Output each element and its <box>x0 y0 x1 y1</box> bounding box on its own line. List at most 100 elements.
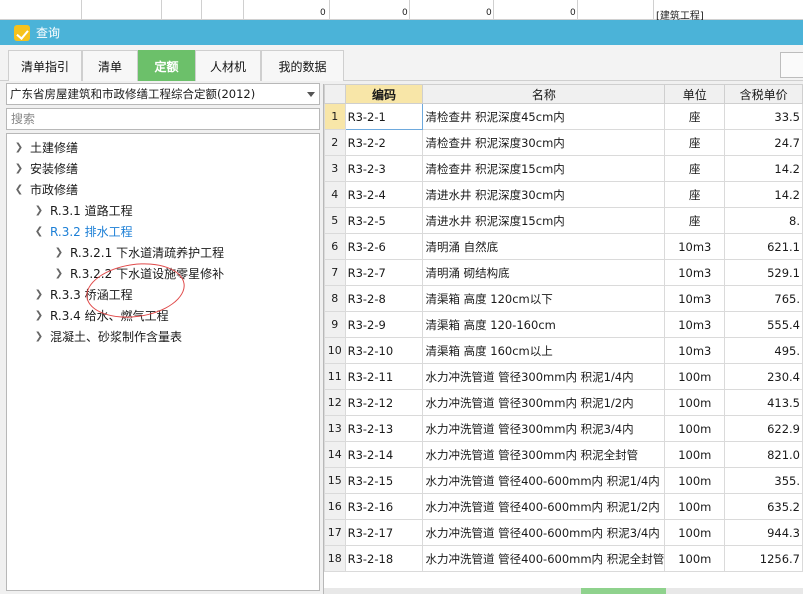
cell-name[interactable]: 清明涌 砌结构底 <box>422 259 666 286</box>
tab-my-data[interactable]: 我的数据 <box>261 50 344 81</box>
tree-node[interactable]: ❯ R.3.1 道路工程 <box>33 200 133 220</box>
row-index[interactable]: 10 <box>324 337 346 364</box>
cell-name[interactable]: 水力冲洗管道 管径300mm内 积泥3/4内 <box>422 415 666 442</box>
cell-unit[interactable]: 座 <box>664 129 726 156</box>
cell-price[interactable]: 14.2 <box>724 181 803 208</box>
cell-unit[interactable]: 100m <box>664 415 726 442</box>
cell-price[interactable]: 635.2 <box>724 493 803 520</box>
row-index[interactable]: 13 <box>324 415 346 442</box>
cell-price[interactable]: 622.9 <box>724 415 803 442</box>
row-index[interactable]: 5 <box>324 207 346 234</box>
header-code[interactable]: 编码 <box>344 84 424 104</box>
cell-price[interactable]: 821.0 <box>724 441 803 468</box>
cell-price[interactable]: 944.3 <box>724 519 803 546</box>
cell-name[interactable]: 清进水井 积泥深度30cm内 <box>422 181 666 208</box>
cell-unit[interactable]: 座 <box>664 207 726 234</box>
search-input[interactable] <box>6 108 320 130</box>
tree-node[interactable]: ❯ 土建修缮 <box>13 137 78 157</box>
table-row[interactable]: 9 R3-2-9 清渠箱 高度 120-160cm 10m3 555.4 <box>324 311 803 338</box>
cell-name[interactable]: 水力冲洗管道 管径300mm内 积泥1/4内 <box>422 363 666 390</box>
cell-name[interactable]: 清渠箱 高度 120-160cm <box>422 311 666 338</box>
cell-code[interactable]: R3-2-10 <box>344 337 424 364</box>
cell-code[interactable]: R3-2-11 <box>344 363 424 390</box>
cell-code[interactable]: R3-2-18 <box>344 545 424 572</box>
table-row[interactable]: 10 R3-2-10 清渠箱 高度 160cm以上 10m3 495. <box>324 337 803 364</box>
row-index[interactable]: 18 <box>324 545 346 572</box>
cell-code[interactable]: R3-2-1 <box>344 103 424 130</box>
cell-price[interactable]: 413.5 <box>724 389 803 416</box>
tab-list-guide[interactable]: 清单指引 <box>8 50 82 81</box>
table-row[interactable]: 18 R3-2-18 水力冲洗管道 管径400-600mm内 积泥全封管 100m 12… <box>324 545 803 572</box>
cell-price[interactable]: 24.7 <box>724 129 803 156</box>
table-row[interactable]: 11 R3-2-11 水力冲洗管道 管径300mm内 积泥1/4内 100m 230.4 <box>324 363 803 390</box>
table-row[interactable]: 17 R3-2-17 水力冲洗管道 管径400-600mm内 积泥3/4内 100m 9… <box>324 519 803 546</box>
chevron-right-icon[interactable]: ❯ <box>13 163 25 174</box>
cell-code[interactable]: R3-2-7 <box>344 259 424 286</box>
tree-node[interactable]: ❯ R.3.2.1 下水道清疏养护工程 <box>53 242 224 262</box>
table-row[interactable]: 14 R3-2-14 水力冲洗管道 管径300mm内 积泥全封管 100m 821.0 <box>324 441 803 468</box>
row-index[interactable]: 6 <box>324 233 346 260</box>
row-index[interactable]: 16 <box>324 493 346 520</box>
tab-list[interactable]: 清单 <box>82 50 138 81</box>
table-row[interactable]: 15 R3-2-15 水力冲洗管道 管径400-600mm内 积泥1/4内 100m 3… <box>324 467 803 494</box>
table-row[interactable]: 12 R3-2-12 水力冲洗管道 管径300mm内 积泥1/2内 100m 413.5 <box>324 389 803 416</box>
cell-price[interactable]: 230.4 <box>724 363 803 390</box>
cell-name[interactable]: 水力冲洗管道 管径300mm内 积泥全封管 <box>422 441 666 468</box>
cell-name[interactable]: 清检查井 积泥深度30cm内 <box>422 129 666 156</box>
cell-unit[interactable]: 100m <box>664 545 726 572</box>
cell-code[interactable]: R3-2-13 <box>344 415 424 442</box>
row-index[interactable]: 3 <box>324 155 346 182</box>
horizontal-scrollbar[interactable] <box>324 588 803 594</box>
cell-name[interactable]: 水力冲洗管道 管径400-600mm内 积泥1/4内 <box>422 467 666 494</box>
tab-labor-material[interactable]: 人材机 <box>195 50 261 81</box>
row-index[interactable]: 1 <box>324 103 346 130</box>
table-row[interactable]: 6 R3-2-6 清明涌 自然底 10m3 621.1 <box>324 233 803 260</box>
table-row[interactable]: 8 R3-2-8 清渠箱 高度 120cm以下 10m3 765. <box>324 285 803 312</box>
row-index[interactable]: 7 <box>324 259 346 286</box>
cell-name[interactable]: 水力冲洗管道 管径400-600mm内 积泥3/4内 <box>422 519 666 546</box>
row-index[interactable]: 9 <box>324 311 346 338</box>
cell-unit[interactable]: 10m3 <box>664 311 726 338</box>
chevron-down-icon[interactable]: ❮ <box>13 184 25 195</box>
cell-unit[interactable]: 100m <box>664 441 726 468</box>
row-index[interactable]: 12 <box>324 389 346 416</box>
chevron-right-icon[interactable]: ❯ <box>13 142 25 153</box>
tree-node[interactable]: ❯ 混凝土、砂浆制作含量表 <box>33 326 182 346</box>
row-index[interactable]: 11 <box>324 363 346 390</box>
table-row[interactable]: 13 R3-2-13 水力冲洗管道 管径300mm内 积泥3/4内 100m 622.9 <box>324 415 803 442</box>
quota-library-select[interactable]: 广东省房屋建筑和市政修缮工程综合定额(2012) <box>6 83 320 105</box>
cell-price[interactable]: 355. <box>724 467 803 494</box>
chevron-right-icon[interactable]: ❯ <box>33 289 45 300</box>
cell-price[interactable]: 555.4 <box>724 311 803 338</box>
chevron-down-icon[interactable] <box>307 92 315 97</box>
cell-name[interactable]: 水力冲洗管道 管径300mm内 积泥1/2内 <box>422 389 666 416</box>
header-unit[interactable]: 单位 <box>664 84 726 104</box>
cell-name[interactable]: 清渠箱 高度 160cm以上 <box>422 337 666 364</box>
cell-name[interactable]: 清检查井 积泥深度15cm内 <box>422 155 666 182</box>
table-row[interactable]: 1 R3-2-1 清检查井 积泥深度45cm内座 33.5 <box>324 103 803 130</box>
row-index[interactable]: 2 <box>324 129 346 156</box>
table-row[interactable]: 2 R3-2-2 清检查井 积泥深度30cm内座 24.7 <box>324 129 803 156</box>
cell-code[interactable]: R3-2-17 <box>344 519 424 546</box>
cell-name[interactable]: 清检查井 积泥深度45cm内 <box>422 103 666 130</box>
cell-price[interactable]: 14.2 <box>724 155 803 182</box>
cell-code[interactable]: R3-2-12 <box>344 389 424 416</box>
title-bar[interactable]: 查询 <box>0 20 803 45</box>
table-row[interactable]: 16 R3-2-16 水力冲洗管道 管径400-600mm内 积泥1/2内 100m 6… <box>324 493 803 520</box>
cell-name[interactable]: 清渠箱 高度 120cm以下 <box>422 285 666 312</box>
header-index[interactable] <box>324 84 346 104</box>
cell-code[interactable]: R3-2-6 <box>344 233 424 260</box>
cell-name[interactable]: 水力冲洗管道 管径400-600mm内 积泥1/2内 <box>422 493 666 520</box>
cell-unit[interactable]: 100m <box>664 363 726 390</box>
cell-code[interactable]: R3-2-8 <box>344 285 424 312</box>
chevron-down-icon[interactable]: ❮ <box>33 226 45 237</box>
tab-quota[interactable]: 定额 <box>138 50 195 81</box>
cell-unit[interactable]: 100m <box>664 389 726 416</box>
cell-unit[interactable]: 10m3 <box>664 337 726 364</box>
cell-unit[interactable]: 10m3 <box>664 285 726 312</box>
cell-code[interactable]: R3-2-14 <box>344 441 424 468</box>
chevron-right-icon[interactable]: ❯ <box>53 268 65 279</box>
cell-code[interactable]: R3-2-3 <box>344 155 424 182</box>
cell-unit[interactable]: 100m <box>664 519 726 546</box>
tree-node[interactable]: ❯ R.3.4 给水、燃气工程 <box>33 305 169 325</box>
